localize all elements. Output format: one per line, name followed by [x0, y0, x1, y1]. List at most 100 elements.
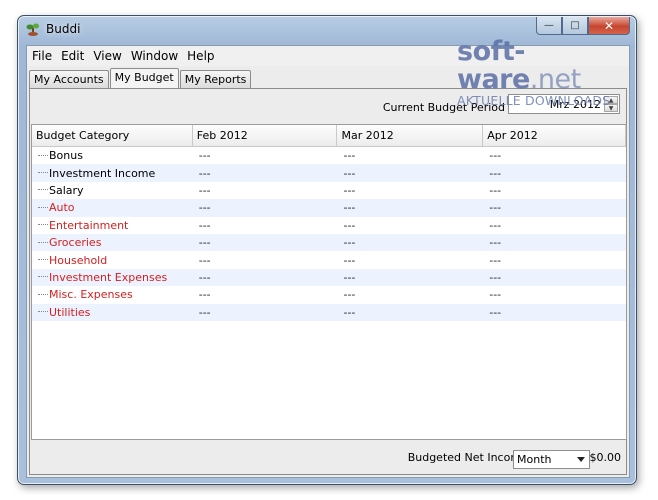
budget-category-cell: Investment Expenses [32, 271, 193, 284]
net-income-period-select[interactable]: Month [513, 450, 590, 469]
budget-category-cell: Bonus [32, 149, 193, 162]
tree-connector [38, 172, 48, 174]
tree-connector [38, 259, 48, 261]
table-row[interactable]: Groceries --- --- --- [32, 233, 626, 252]
budget-amount-cell[interactable]: --- [337, 167, 483, 180]
budget-amount-cell[interactable]: --- [337, 219, 483, 232]
tree-connector [38, 224, 48, 226]
net-income-amount: $0.00 [589, 451, 622, 464]
budget-amount-cell[interactable]: --- [193, 271, 338, 284]
app-window: Buddi — □ ✕ File Edit View Window Help M… [17, 15, 637, 485]
close-icon[interactable]: ✕ [588, 17, 630, 35]
tab-strip: My Accounts My Budget My Reports [29, 68, 252, 88]
budget-amount-cell[interactable]: --- [193, 149, 338, 162]
budget-amount-cell[interactable]: --- [337, 271, 483, 284]
table-row[interactable]: Bonus --- --- --- [32, 147, 626, 164]
budget-amount-cell[interactable]: --- [337, 149, 483, 162]
budget-amount-cell[interactable]: --- [483, 149, 626, 162]
tree-connector [38, 276, 48, 278]
budget-amount-cell[interactable]: --- [193, 201, 338, 214]
table-row[interactable]: Investment Expenses --- --- --- [32, 268, 626, 287]
budget-amount-cell[interactable]: --- [337, 254, 483, 267]
header-mar-2012[interactable]: Mar 2012 [337, 125, 484, 146]
tab-my-accounts[interactable]: My Accounts [29, 70, 109, 88]
menu-help[interactable]: Help [183, 49, 218, 63]
tree-connector [38, 189, 48, 191]
budget-amount-cell[interactable]: --- [337, 184, 483, 197]
budget-panel: Current Budget Period Mrz 2012 ▲ ▼ Budge… [29, 88, 627, 475]
category-name: Investment Expenses [49, 270, 168, 284]
budget-amount-cell[interactable]: --- [483, 254, 626, 267]
budget-amount-cell[interactable]: --- [337, 201, 483, 214]
budget-period-label: Current Budget Period [382, 101, 505, 114]
budget-amount-cell[interactable]: --- [337, 236, 483, 249]
category-name: Household [49, 253, 108, 267]
table-row[interactable]: Household --- --- --- [32, 251, 626, 268]
budget-period-value: Mrz 2012 [549, 98, 601, 111]
period-select-value: Month [517, 453, 552, 466]
budget-amount-cell[interactable]: --- [483, 184, 626, 197]
caption-buttons: — □ ✕ [536, 17, 630, 35]
menu-view[interactable]: View [89, 49, 125, 63]
header-feb-2012[interactable]: Feb 2012 [193, 125, 338, 146]
header-budget-category[interactable]: Budget Category [32, 125, 193, 146]
window-title: Buddi [46, 22, 81, 36]
budget-amount-cell[interactable]: --- [193, 167, 338, 180]
menu-window[interactable]: Window [127, 49, 182, 63]
client-area: File Edit View Window Help My Accounts M… [26, 45, 630, 478]
category-name: Investment Income [49, 166, 156, 180]
budget-amount-cell[interactable]: --- [193, 236, 338, 249]
menu-edit[interactable]: Edit [57, 49, 88, 63]
table-row[interactable]: Entertainment --- --- --- [32, 217, 626, 234]
budget-amount-cell[interactable]: --- [483, 167, 626, 180]
category-name: Utilities [49, 305, 91, 319]
table-row[interactable]: Investment Income --- --- --- [32, 164, 626, 182]
budget-amount-cell[interactable]: --- [483, 306, 626, 319]
menu-file[interactable]: File [28, 49, 56, 63]
spin-down-icon[interactable]: ▼ [604, 104, 618, 112]
buddi-plant-icon [26, 23, 39, 36]
budget-amount-cell[interactable]: --- [483, 219, 626, 232]
budget-category-cell: Auto [32, 201, 193, 214]
budget-amount-cell[interactable]: --- [193, 184, 338, 197]
budget-amount-cell[interactable]: --- [483, 288, 626, 301]
budget-amount-cell[interactable]: --- [483, 236, 626, 249]
category-name: Entertainment [49, 218, 129, 232]
budget-amount-cell[interactable]: --- [483, 201, 626, 214]
tree-connector [38, 241, 48, 244]
menu-bar: File Edit View Window Help [27, 46, 629, 66]
budget-category-cell: Investment Income [32, 167, 193, 180]
table-header: Budget Category Feb 2012 Mar 2012 Apr 20… [32, 125, 626, 147]
budget-table: Budget Category Feb 2012 Mar 2012 Apr 20… [31, 124, 627, 440]
budget-amount-cell[interactable]: --- [337, 288, 483, 301]
table-row[interactable]: Misc. Expenses --- --- --- [32, 286, 626, 303]
category-name: Misc. Expenses [49, 288, 133, 302]
budget-category-cell: Utilities [32, 306, 193, 319]
budget-amount-cell[interactable]: --- [483, 271, 626, 284]
tab-my-budget[interactable]: My Budget [109, 68, 179, 88]
budget-amount-cell[interactable]: --- [193, 219, 338, 232]
tab-my-reports[interactable]: My Reports [179, 70, 252, 88]
tree-connector [38, 154, 48, 157]
budget-amount-cell[interactable]: --- [193, 306, 338, 319]
tree-connector [38, 293, 48, 296]
budget-amount-cell[interactable]: --- [193, 254, 338, 267]
tree-connector [38, 311, 48, 313]
minimize-icon[interactable]: — [536, 17, 562, 35]
tree-connector [38, 206, 48, 209]
budget-amount-cell[interactable]: --- [193, 288, 338, 301]
table-row[interactable]: Auto --- --- --- [32, 199, 626, 217]
category-name: Auto [49, 201, 75, 215]
table-row[interactable]: Salary --- --- --- [32, 182, 626, 199]
budget-amount-cell[interactable]: --- [337, 306, 483, 319]
spin-up-icon[interactable]: ▲ [604, 96, 618, 104]
budget-period-spinner[interactable]: Mrz 2012 ▲ ▼ [508, 94, 620, 114]
budget-category-cell: Entertainment [32, 219, 193, 232]
table-row[interactable]: Utilities --- --- --- [32, 303, 626, 321]
header-apr-2012[interactable]: Apr 2012 [483, 125, 626, 146]
chevron-down-icon [577, 457, 585, 462]
maximize-icon[interactable]: □ [562, 17, 588, 35]
budget-category-cell: Groceries [32, 236, 193, 249]
title-bar[interactable]: Buddi — □ ✕ [18, 16, 636, 44]
budget-category-cell: Misc. Expenses [32, 288, 193, 301]
